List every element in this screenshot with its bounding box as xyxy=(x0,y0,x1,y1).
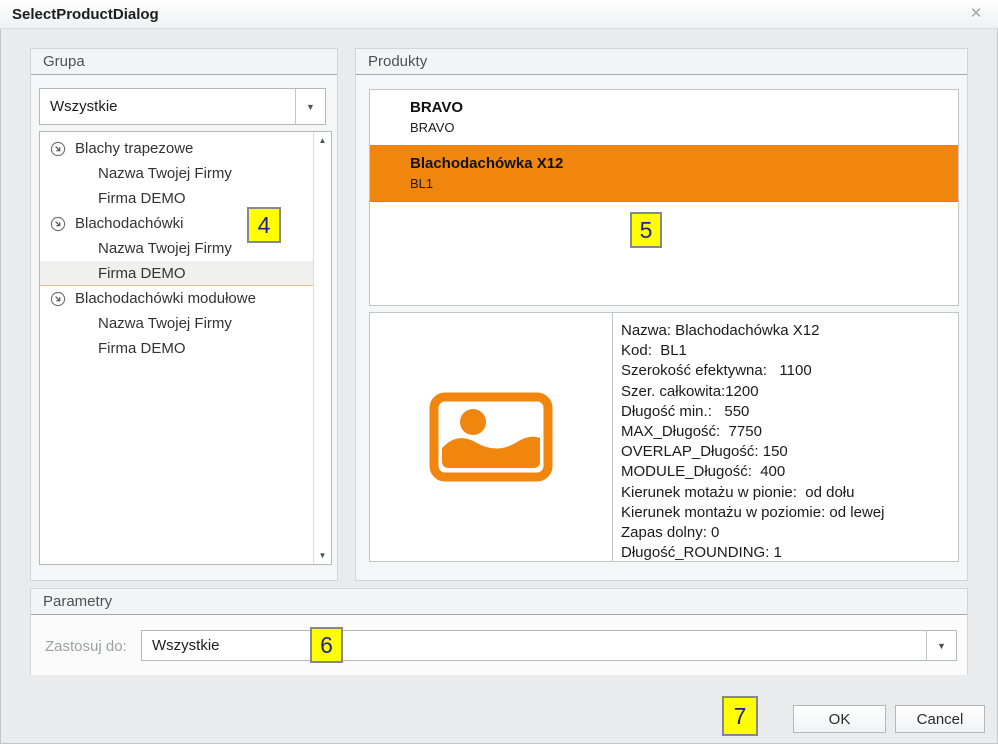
product-detail-line: Kierunek motażu w pionie: od dołu xyxy=(621,483,958,503)
tree-item-label: Blachodachówki xyxy=(75,215,183,232)
tree-item-label: Firma DEMO xyxy=(98,190,186,207)
product-list: BRAVO BRAVO Blachodachówka X12 BL1 xyxy=(369,89,959,306)
group-filter-combobox[interactable]: Wszystkie ▼ xyxy=(39,88,326,125)
select-product-dialog: { "window": { "title": "SelectProductDia… xyxy=(0,0,998,744)
tree-item[interactable]: Firma DEMO xyxy=(40,261,314,286)
product-detail-line: MODULE_Długość: 400 xyxy=(621,462,958,482)
group-panel: Grupa Wszystkie ▼ ▲ ▼ Blachy trapezowe Na… xyxy=(30,48,338,581)
apply-to-label: Zastosuj do: xyxy=(45,638,127,655)
product-detail-line: MAX_Długość: 7750 xyxy=(621,422,958,442)
tree-item[interactable]: Nazwa Twojej Firmy xyxy=(40,311,314,336)
annotation-badge-6: 6 xyxy=(310,627,343,663)
tree-item[interactable]: Blachodachówki modułowe xyxy=(40,286,314,311)
scroll-up-icon[interactable]: ▲ xyxy=(319,132,327,149)
tree-item-label: Firma DEMO xyxy=(98,265,186,282)
product-detail-line: Kod: BL1 xyxy=(621,341,958,361)
product-name: BRAVO xyxy=(410,99,958,116)
product-code: BL1 xyxy=(410,176,958,191)
tree-item-label: Blachy trapezowe xyxy=(75,140,193,157)
product-detail-line: Nazwa: Blachodachówka X12 xyxy=(621,321,958,341)
product-list-item[interactable]: Blachodachówka X12 BL1 xyxy=(370,145,958,202)
tree-item-label: Blachodachówki modułowe xyxy=(75,290,256,307)
tree-item-label: Nazwa Twojej Firmy xyxy=(98,240,232,257)
parameters-panel-title: Parametry xyxy=(31,589,967,615)
tree-item[interactable]: Nazwa Twojej Firmy xyxy=(40,161,314,186)
group-panel-title: Grupa xyxy=(31,49,337,75)
apply-to-combobox[interactable]: Wszystkie ▼ xyxy=(141,630,957,661)
expand-arrow-icon[interactable] xyxy=(50,291,66,307)
chevron-down-icon[interactable]: ▼ xyxy=(295,89,325,124)
scroll-down-icon[interactable]: ▼ xyxy=(319,547,327,564)
product-detail-line: Szer. całkowita:1200 xyxy=(621,382,958,402)
tree-item[interactable]: Blachy trapezowe xyxy=(40,136,314,161)
product-image-cell xyxy=(370,313,613,561)
tree-scrollbar[interactable]: ▲ ▼ xyxy=(313,132,331,564)
product-details-text: Nazwa: Blachodachówka X12Kod: BL1Szeroko… xyxy=(613,313,958,561)
product-code: BRAVO xyxy=(410,120,958,135)
product-name: Blachodachówka X12 xyxy=(410,155,958,172)
tree-item[interactable]: Firma DEMO xyxy=(40,336,314,361)
group-tree: ▲ ▼ Blachy trapezowe Nazwa Twojej Firmy Fi… xyxy=(39,131,332,565)
product-detail-line: OVERLAP_Długość: 150 xyxy=(621,442,958,462)
product-details: Nazwa: Blachodachówka X12Kod: BL1Szeroko… xyxy=(369,312,959,562)
product-detail-line: Zapas dolny: 0 xyxy=(621,523,958,543)
close-icon[interactable]: ✕ xyxy=(967,5,985,23)
cancel-button[interactable]: Cancel xyxy=(895,705,985,733)
image-placeholder-icon xyxy=(429,392,553,482)
tree-item-label: Nazwa Twojej Firmy xyxy=(98,315,232,332)
product-list-item[interactable]: BRAVO BRAVO xyxy=(370,90,958,145)
window-title: SelectProductDialog xyxy=(0,6,159,23)
product-detail-line: Długość min.: 550 xyxy=(621,402,958,422)
products-panel: Produkty BRAVO BRAVO Blachodachówka X12 BL1… xyxy=(355,48,968,581)
chevron-down-icon[interactable]: ▼ xyxy=(926,631,956,660)
expand-arrow-icon[interactable] xyxy=(50,216,66,232)
annotation-badge-5: 5 xyxy=(630,212,662,248)
title-bar: SelectProductDialog ✕ xyxy=(0,0,998,29)
group-filter-value: Wszystkie xyxy=(40,89,295,124)
products-panel-title: Produkty xyxy=(356,49,967,75)
tree-item-label: Firma DEMO xyxy=(98,340,186,357)
tree-item-label: Nazwa Twojej Firmy xyxy=(98,165,232,182)
annotation-badge-4: 4 xyxy=(247,207,281,243)
product-detail-line: Długość_ROUNDING: 1 xyxy=(621,543,958,563)
ok-button[interactable]: OK xyxy=(793,705,886,733)
expand-arrow-icon[interactable] xyxy=(50,141,66,157)
parameters-panel: Parametry Zastosuj do: Wszystkie ▼ xyxy=(30,588,968,675)
apply-to-value: Wszystkie xyxy=(142,631,926,660)
annotation-badge-7: 7 xyxy=(722,696,758,736)
product-detail-line: Szerokość efektywna: 1100 xyxy=(621,361,958,381)
product-detail-line: Kierunek montażu w poziomie: od lewej xyxy=(621,503,958,523)
